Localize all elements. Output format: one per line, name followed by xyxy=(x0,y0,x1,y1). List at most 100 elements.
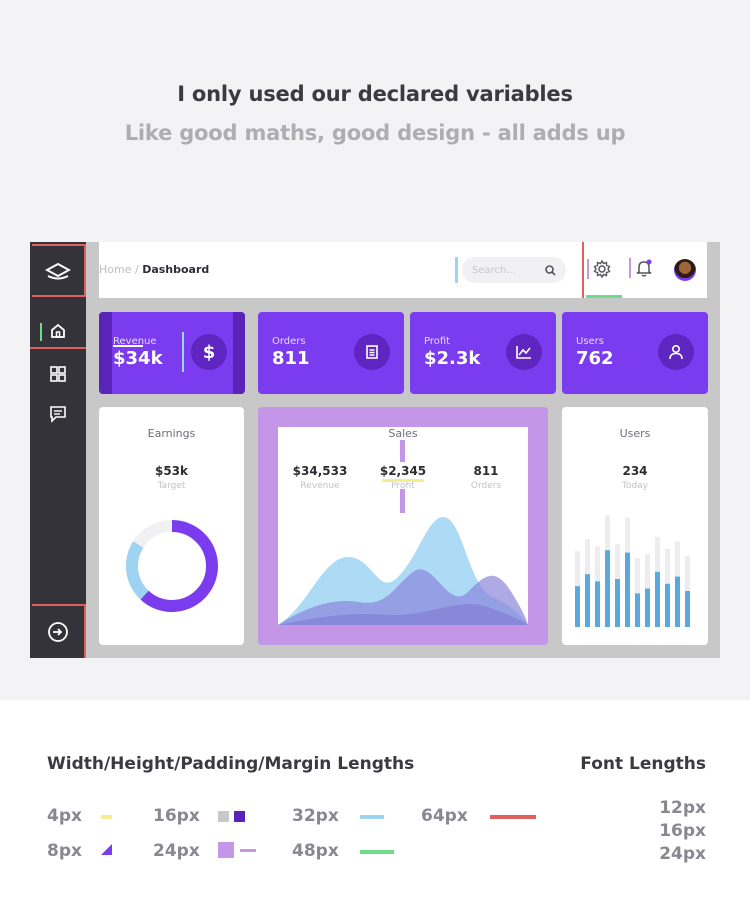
stat-card-users[interactable]: Users 762 xyxy=(562,312,708,394)
users-bar xyxy=(645,588,650,627)
sales-area-chart xyxy=(278,517,528,625)
spacing-legend: Width/Height/Padding/Margin Lengths Font… xyxy=(0,700,750,919)
swatch-16px-purple xyxy=(234,811,245,822)
home-icon xyxy=(49,322,67,340)
sales-panel-body: Sales $34,533 Revenue $2,345 Profit 811 … xyxy=(278,427,528,625)
grid-icon xyxy=(49,365,67,383)
spacing-marker xyxy=(586,295,622,298)
spacing-marker xyxy=(587,259,589,279)
panel-title: Sales xyxy=(388,427,418,440)
logout-button[interactable] xyxy=(32,604,86,658)
earnings-value: $53k xyxy=(154,464,189,478)
legend-8px: 8px xyxy=(47,841,82,861)
gear-icon xyxy=(592,259,612,279)
sidebar xyxy=(30,242,86,658)
stat-label: Orders xyxy=(272,336,306,347)
users-bar xyxy=(575,586,580,627)
swatch-24px-square xyxy=(218,842,234,858)
spacing-marker xyxy=(400,489,405,513)
swatch-24px-line xyxy=(240,849,256,852)
sales-orders-value: 811 xyxy=(473,464,499,478)
legend-32px: 32px xyxy=(292,806,339,826)
breadcrumb-current: Dashboard xyxy=(142,263,210,276)
spacing-marker xyxy=(382,479,424,482)
users-bar xyxy=(665,583,670,627)
earnings-panel: Earnings $53k Target xyxy=(99,407,244,645)
receipt-icon xyxy=(354,334,390,370)
users-panel: Users 234 Today xyxy=(562,407,708,645)
breadcrumb-separator: / xyxy=(131,263,143,276)
users-bar xyxy=(655,571,660,627)
users-bar xyxy=(635,593,640,627)
earnings-donut-chart xyxy=(126,520,218,612)
panel-title: Earnings xyxy=(147,427,196,440)
bell-icon xyxy=(634,258,654,278)
swatch-32px xyxy=(360,815,384,819)
search-icon[interactable] xyxy=(545,264,556,276)
settings-button[interactable] xyxy=(587,259,612,279)
chart-icon xyxy=(506,334,542,370)
breadcrumb-home[interactable]: Home xyxy=(99,263,131,276)
sales-stat-profit: $2,345 Profit xyxy=(362,464,444,491)
stat-value: 762 xyxy=(576,348,614,369)
users-bar xyxy=(625,552,630,627)
search-placeholder: Search... xyxy=(472,264,516,276)
panel-title: Users xyxy=(619,427,651,440)
legend-4px: 4px xyxy=(47,806,82,826)
legend-24px: 24px xyxy=(153,841,200,861)
swatch-4px xyxy=(101,815,112,819)
stat-value: $2.3k xyxy=(424,348,481,369)
spacing-marker xyxy=(99,312,112,394)
sidebar-item-messages[interactable] xyxy=(30,397,86,431)
sales-stat-revenue: $34,533 Revenue xyxy=(278,464,362,491)
users-bar xyxy=(595,581,600,627)
sales-stat-orders: 811 Orders xyxy=(444,464,528,491)
font-legend-title: Font Lengths xyxy=(580,754,706,774)
sidebar-item-home[interactable] xyxy=(30,315,86,349)
stat-label: Users xyxy=(576,336,605,347)
stat-card-orders[interactable]: Orders 811 xyxy=(258,312,404,394)
users-bar xyxy=(615,579,620,627)
spacing-marker xyxy=(233,312,245,394)
avatar[interactable] xyxy=(674,259,696,281)
stat-card-revenue[interactable]: Revenue $34k $ xyxy=(99,312,245,394)
sidebar-item-grid[interactable] xyxy=(30,357,86,391)
users-bar-chart xyxy=(575,515,690,627)
spacing-marker xyxy=(629,258,631,278)
legend-16px: 16px xyxy=(153,806,200,826)
stat-card-profit[interactable]: Profit $2.3k xyxy=(410,312,556,394)
headline: I only used our declared variables xyxy=(177,82,573,106)
sales-revenue-value: $34,533 xyxy=(292,464,348,478)
breadcrumb: Home / Dashboard xyxy=(99,263,209,276)
legend-64px: 64px xyxy=(421,806,468,826)
users-sub: Today xyxy=(621,481,649,491)
logo-icon[interactable] xyxy=(32,244,86,297)
legend-title: Width/Height/Padding/Margin Lengths xyxy=(47,754,415,774)
users-bar xyxy=(585,574,590,627)
earnings-sub: Target xyxy=(157,481,186,491)
logout-icon xyxy=(47,621,69,643)
swatch-8px xyxy=(101,844,112,855)
users-value: 234 xyxy=(622,464,648,478)
stat-label: Profit xyxy=(424,336,451,347)
header-divider xyxy=(582,242,584,298)
swatch-64px xyxy=(490,815,536,819)
spacing-marker xyxy=(113,345,143,347)
swatch-48px xyxy=(360,850,394,854)
search-input[interactable]: Search... xyxy=(462,257,566,283)
font-size-12px: 12px xyxy=(659,798,706,818)
font-size-16px: 16px xyxy=(659,821,706,841)
sales-orders-sub: Orders xyxy=(470,481,502,491)
users-bar xyxy=(675,576,680,627)
earnings-stat: $53k Target xyxy=(99,464,244,491)
notifications-button[interactable] xyxy=(629,258,654,278)
spacing-marker xyxy=(182,332,184,372)
legend-48px: 48px xyxy=(292,841,339,861)
swatch-16px-grey xyxy=(218,811,229,822)
users-stat: 234 Today xyxy=(562,464,708,491)
users-bar xyxy=(605,550,610,627)
sales-revenue-sub: Revenue xyxy=(300,481,340,491)
chat-icon xyxy=(49,405,67,423)
spacing-marker xyxy=(455,257,458,283)
sales-profit-value: $2,345 xyxy=(379,464,427,478)
